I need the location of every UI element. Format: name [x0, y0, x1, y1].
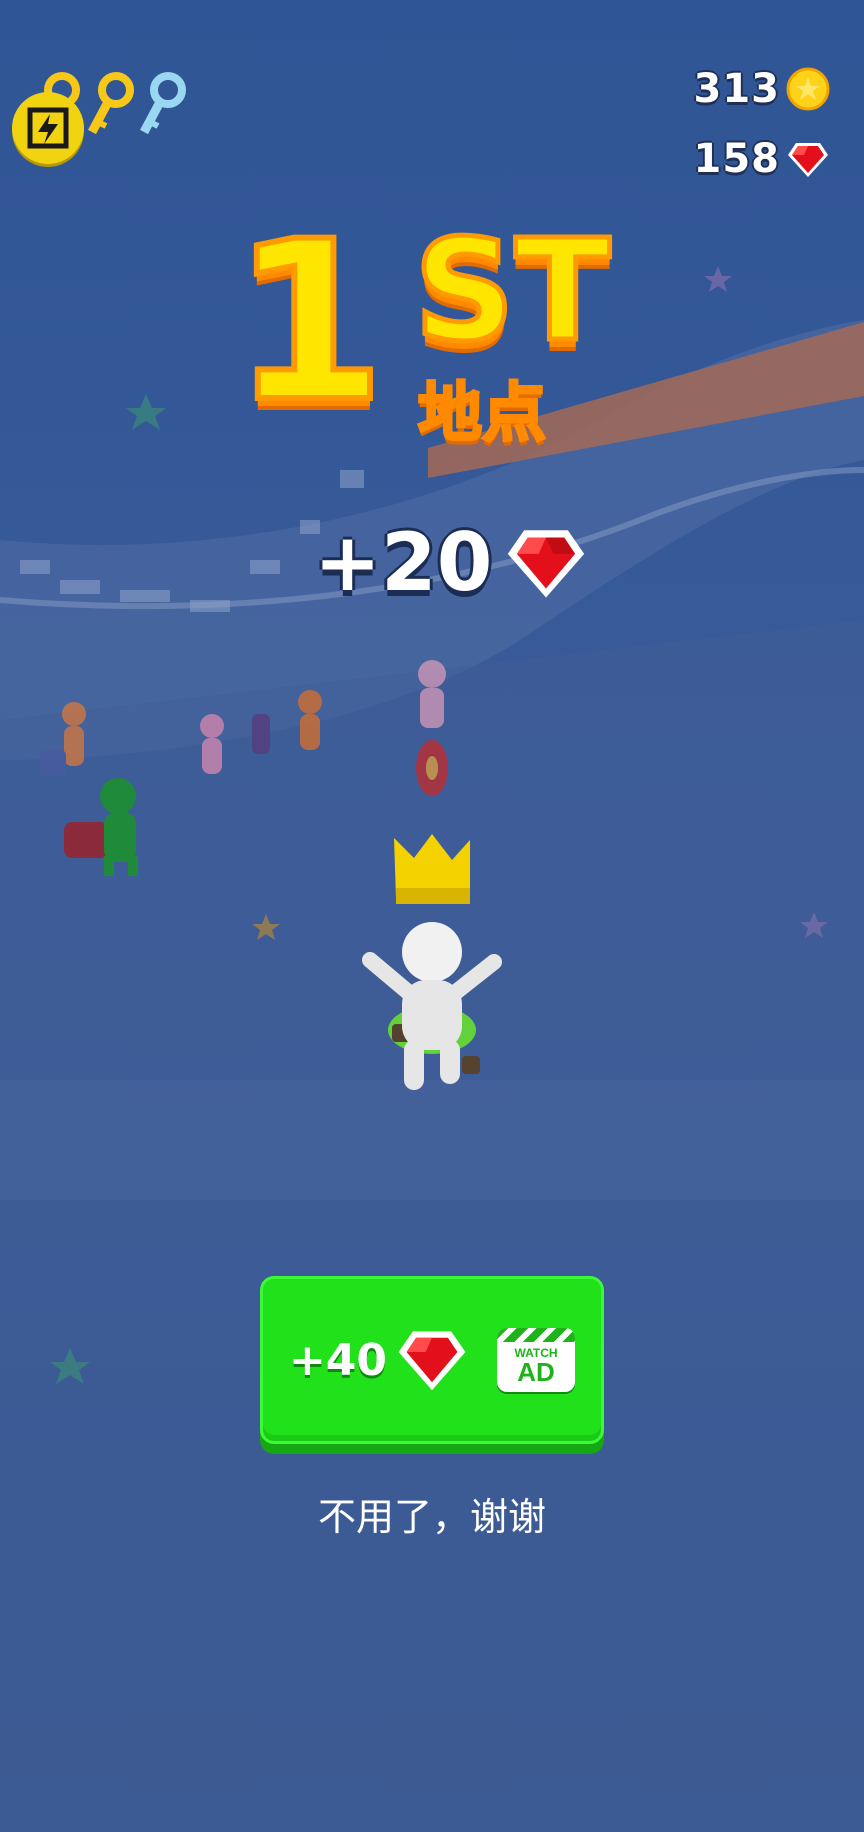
watch-ad-icon: WATCH AD: [497, 1328, 576, 1392]
gold-key-icon: [88, 72, 134, 135]
gem-counter: 158: [694, 136, 831, 182]
ad-label: AD: [517, 1357, 555, 1387]
place-suffix: ST: [411, 209, 612, 374]
watch-ad-button[interactable]: +40 WATCH AD: [260, 1276, 604, 1444]
reward-amount: +20: [314, 516, 493, 609]
gem-count: 158: [693, 136, 780, 182]
blue-key-icon: [140, 72, 186, 135]
ad-reward-amount: +40: [288, 1334, 388, 1386]
decline-button[interactable]: 不用了，谢谢: [0, 1486, 864, 1541]
place-label: 地点: [417, 376, 548, 453]
gem-icon: [788, 143, 828, 177]
bolt-badge-icon[interactable]: [12, 92, 84, 164]
place-number: 1: [229, 194, 388, 450]
gem-icon: [508, 529, 585, 598]
gem-icon: [398, 1331, 466, 1391]
reward-display: +20: [314, 516, 586, 609]
coin-count: 313: [693, 66, 780, 112]
coin-icon: [786, 67, 830, 111]
coin-counter: 313: [694, 66, 831, 112]
